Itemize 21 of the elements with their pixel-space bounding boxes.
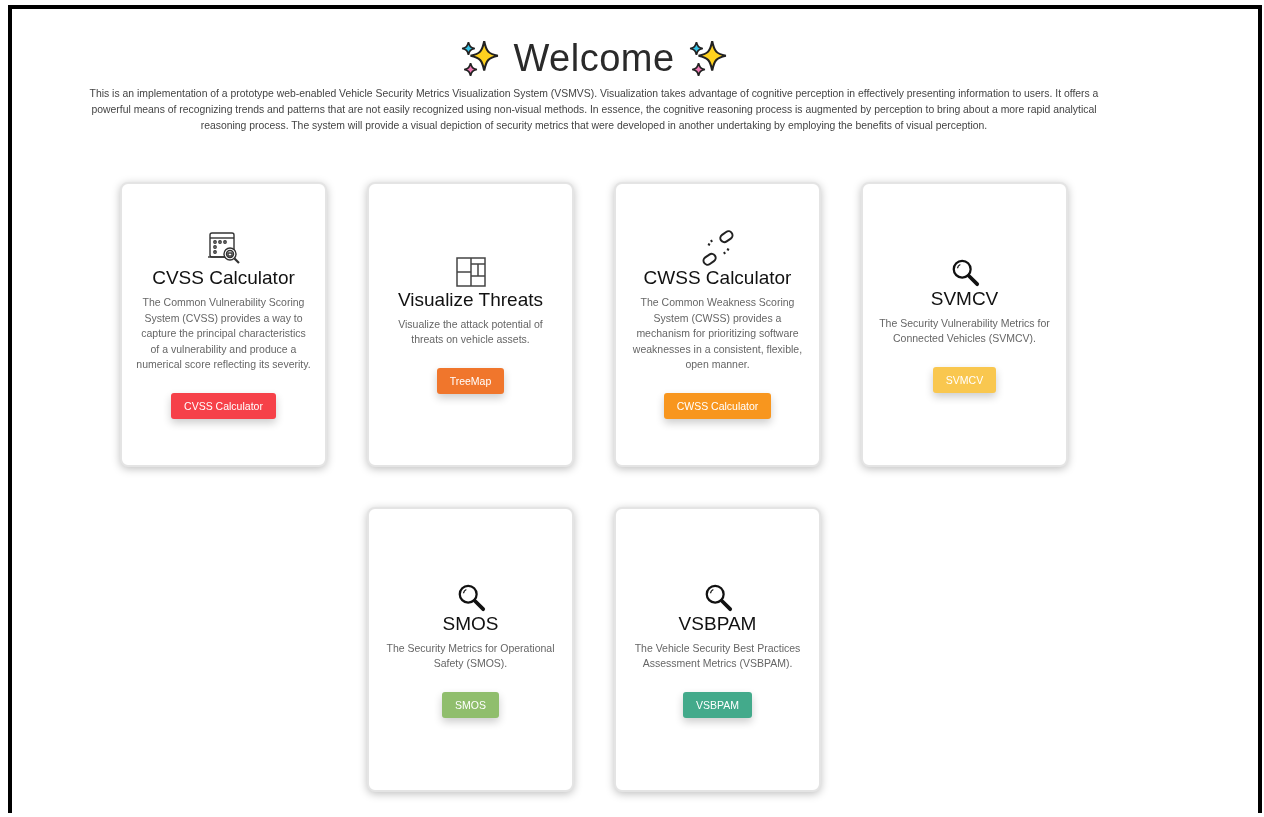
card-title: VSBPAM (678, 611, 757, 635)
card-button[interactable]: CWSS Calculator (663, 392, 772, 419)
card-button[interactable]: CVSS Calculator (171, 392, 276, 419)
card-title: SVMCV (930, 286, 999, 310)
card-description: The Security Vulnerability Metrics for Connected Vehicles (SVMCV). (878, 315, 1051, 346)
card-button[interactable]: SVMCV (932, 366, 997, 393)
treemap-icon (454, 255, 487, 288)
card-title: SMOS (442, 611, 499, 635)
card-description: The Common Weakness Scoring System (CWSS) provides a mechanism for prioritizing software weaknesses in a consistent, flexible, open manner. (631, 295, 804, 373)
card-button[interactable]: TreeMap (436, 367, 505, 394)
card-title: Visualize Threats (397, 287, 543, 311)
card-title: CWSS Calculator (643, 266, 792, 290)
card-description: Visualize the attack potential of threats on vehicle assets. (397, 316, 544, 347)
card-description: The Vehicle Security Best Practices Assessment Metrics (VSBPAM). (633, 640, 802, 671)
card-description: The Security Metrics for Operational Safety (SMOS). (385, 640, 556, 671)
intro-paragraph: This is an implementation of a prototype web-enabled Vehicle Security Metrics Visualization System (VSMVS). Visualization takes advantage of cognitive perception in effectively presenting information to users. It offers a powerful means of recognizing trends and patterns that are not easily recognized using non-visual methods. In essence, the cognitive reasoning process is augmented by perception to bring about a more rapid analytical reasoning process. The system will provide a visual depiction of security metrics that were developed in another undertaking by employing the benefits of visual perception. (88, 87, 1100, 133)
card-button[interactable]: SMOS (442, 691, 499, 718)
card-button[interactable]: VSBPAM (683, 691, 752, 718)
card-description: The Common Vulnerability Scoring System (CVSS) provides a way to capture the principal characteristics of a vulnerability and produce a numerical score reflecting its severity. (136, 295, 311, 373)
page-title: Welcome (513, 37, 675, 80)
card-title: CVSS Calculator (152, 266, 295, 290)
